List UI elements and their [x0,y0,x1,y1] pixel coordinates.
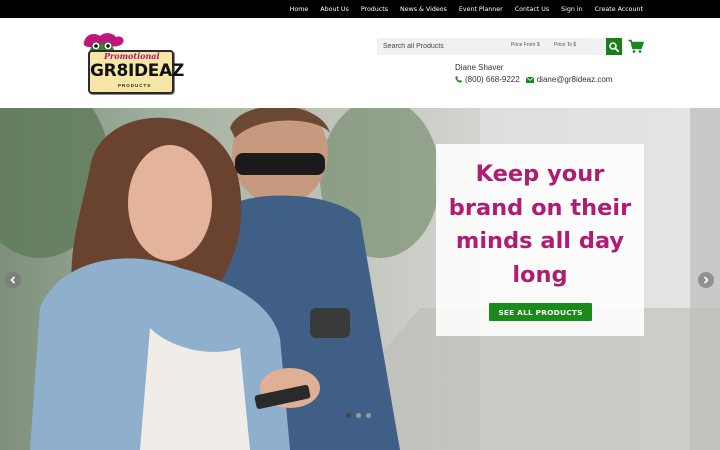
site-header: Promotional GR8IDEAZ PRODUCTS Price From… [0,18,720,108]
search-icon [609,41,619,52]
logo-sub-text: PRODUCTS [118,83,152,88]
slider-prev-button[interactable] [5,272,21,288]
nav-sign-in[interactable]: Sign in [561,6,582,13]
hero-slider: Keep your brand on their minds all day l… [0,108,720,450]
slider-dot-1[interactable] [346,413,351,418]
slider-next-button[interactable] [698,272,714,288]
nav-home[interactable]: Home [290,6,309,13]
site-logo[interactable]: Promotional GR8IDEAZ PRODUCTS [78,32,184,96]
promo-panel: Keep your brand on their minds all day l… [436,144,644,336]
chevron-right-icon [703,276,709,284]
slider-dots [346,413,376,418]
cart-button[interactable] [628,39,644,54]
top-nav: Home About Us Products News & Videos Eve… [278,0,643,18]
contact-name: Diane Shaver [455,63,504,72]
chevron-left-icon [10,276,16,284]
search-input[interactable] [383,38,503,55]
price-to-field[interactable]: Price To $ [554,42,576,48]
phone-icon [455,76,462,83]
nav-news-videos[interactable]: News & Videos [400,6,447,13]
logo-main-text: GR8IDEAZ [90,61,185,81]
envelope-icon [525,76,534,83]
contact-phone[interactable]: (800) 668-9222 [465,75,520,84]
nav-event-planner[interactable]: Event Planner [459,6,503,13]
slider-dot-3[interactable] [366,413,371,418]
search-bar: Price From $ Price To $ [377,38,622,55]
hero-heading: Keep your brand on their minds all day l… [448,161,632,288]
logo-script-text: Promotional [104,51,160,61]
nav-create-account[interactable]: Create Account [595,6,643,13]
cart-icon [628,39,644,53]
nav-products[interactable]: Products [361,6,388,13]
see-all-products-button[interactable]: SEE ALL PRODUCTS [489,303,592,321]
search-button[interactable] [606,38,622,55]
nav-contact-us[interactable]: Contact Us [515,6,549,13]
top-navigation-bar: Home About Us Products News & Videos Eve… [0,0,720,18]
slider-dot-2[interactable] [356,413,361,418]
contact-email[interactable]: diane@gr8ideaz.com [537,75,613,84]
contact-details: (800) 668-9222 diane@gr8ideaz.com [455,75,612,84]
price-from-field[interactable]: Price From $ [511,42,540,48]
nav-about-us[interactable]: About Us [320,6,349,13]
